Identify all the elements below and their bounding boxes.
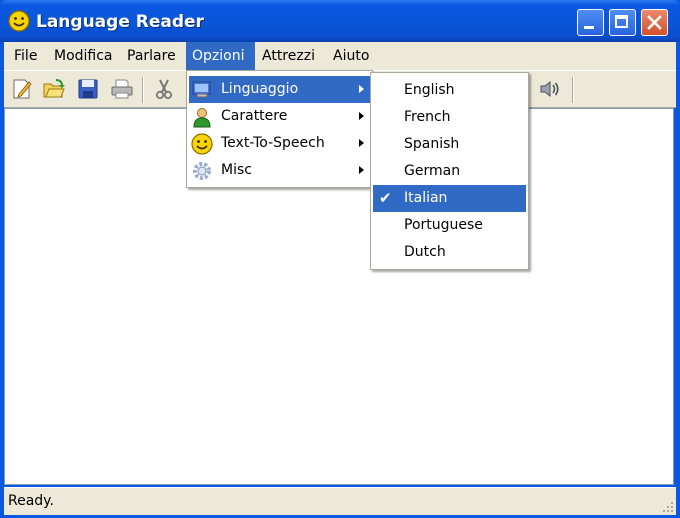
print-icon[interactable] xyxy=(110,77,134,101)
menu-item-linguaggio[interactable]: Linguaggio xyxy=(189,76,370,103)
language-option-label: Dutch xyxy=(404,244,446,260)
language-option-french[interactable]: French xyxy=(373,104,526,131)
menu-opzioni[interactable]: Opzioni xyxy=(186,42,255,70)
cut-icon[interactable] xyxy=(152,77,176,101)
minimize-icon xyxy=(584,26,594,29)
language-option-portuguese[interactable]: Portuguese xyxy=(373,212,526,239)
menu-bar: File Modifica Parlare Opzioni Attrezzi A… xyxy=(4,42,676,70)
menu-item-label: Linguaggio xyxy=(221,81,299,97)
menu-item-text-to-speech[interactable]: Text-To-Speech xyxy=(189,130,370,157)
gear-icon xyxy=(193,162,211,180)
language-option-italian[interactable]: ✔ Italian xyxy=(373,185,526,212)
toolbar-separator xyxy=(142,77,144,103)
maximize-icon xyxy=(615,15,628,28)
new-document-icon[interactable] xyxy=(10,77,34,101)
language-option-label: Spanish xyxy=(404,136,460,152)
menu-item-misc[interactable]: Misc xyxy=(189,157,370,184)
menu-item-label: Misc xyxy=(221,162,252,178)
language-option-label: German xyxy=(404,163,461,179)
menu-modifica[interactable]: Modifica xyxy=(48,42,119,70)
speaker-icon[interactable] xyxy=(538,77,562,101)
language-option-label: Portuguese xyxy=(404,217,483,233)
smiley-icon xyxy=(8,10,30,32)
menu-item-label: Text-To-Speech xyxy=(221,135,325,151)
menu-item-carattere[interactable]: Carattere xyxy=(189,103,370,130)
submenu-arrow-icon xyxy=(359,112,364,120)
window-title: Language Reader xyxy=(36,12,204,32)
monitor-icon xyxy=(192,81,211,98)
menu-attrezzi[interactable]: Attrezzi xyxy=(256,42,321,70)
title-bar[interactable]: Language Reader xyxy=(0,0,680,42)
language-option-english[interactable]: English xyxy=(373,77,526,104)
save-icon[interactable] xyxy=(76,77,100,101)
close-button[interactable] xyxy=(641,9,668,36)
language-option-label: Italian xyxy=(404,190,448,206)
language-option-label: English xyxy=(404,82,455,98)
maximize-button[interactable] xyxy=(609,9,636,36)
submenu-arrow-icon xyxy=(359,166,364,174)
status-bar: Ready. xyxy=(4,487,676,515)
language-option-spanish[interactable]: Spanish xyxy=(373,131,526,158)
menu-parlare[interactable]: Parlare xyxy=(121,42,182,70)
submenu-arrow-icon xyxy=(359,85,364,93)
status-text: Ready. xyxy=(8,493,54,509)
language-option-label: French xyxy=(404,109,451,125)
person-icon xyxy=(193,108,211,128)
resize-grip-icon[interactable] xyxy=(660,499,674,513)
opzioni-menu: Linguaggio Carattere Text-To-Speech Misc xyxy=(186,70,373,188)
menu-item-label: Carattere xyxy=(221,108,288,124)
smiley-icon xyxy=(191,133,213,155)
menu-file[interactable]: File xyxy=(8,42,43,70)
toolbar-separator xyxy=(572,77,574,103)
minimize-button[interactable] xyxy=(577,9,604,36)
menu-aiuto[interactable]: Aiuto xyxy=(327,42,375,70)
language-option-german[interactable]: German xyxy=(373,158,526,185)
submenu-arrow-icon xyxy=(359,139,364,147)
language-submenu: English French Spanish German ✔ Italian … xyxy=(370,72,529,270)
close-icon xyxy=(647,15,662,30)
open-folder-icon[interactable] xyxy=(42,77,66,101)
language-option-dutch[interactable]: Dutch xyxy=(373,239,526,266)
checkmark-icon: ✔ xyxy=(379,189,392,207)
